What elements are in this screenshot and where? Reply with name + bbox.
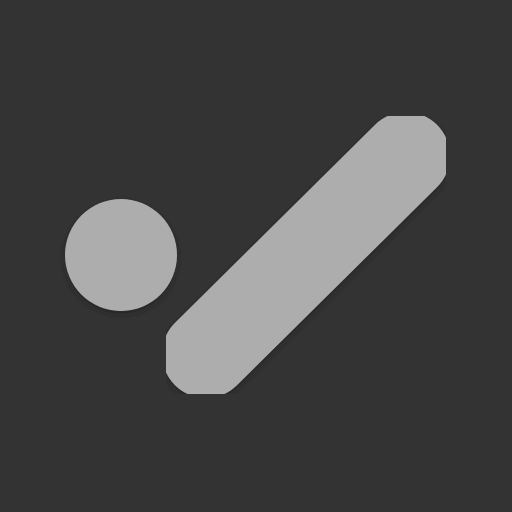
slash-icon xyxy=(162,112,450,398)
app-icon-canvas xyxy=(0,0,512,512)
app-logo-icon xyxy=(65,112,450,398)
dot-icon xyxy=(65,199,177,311)
